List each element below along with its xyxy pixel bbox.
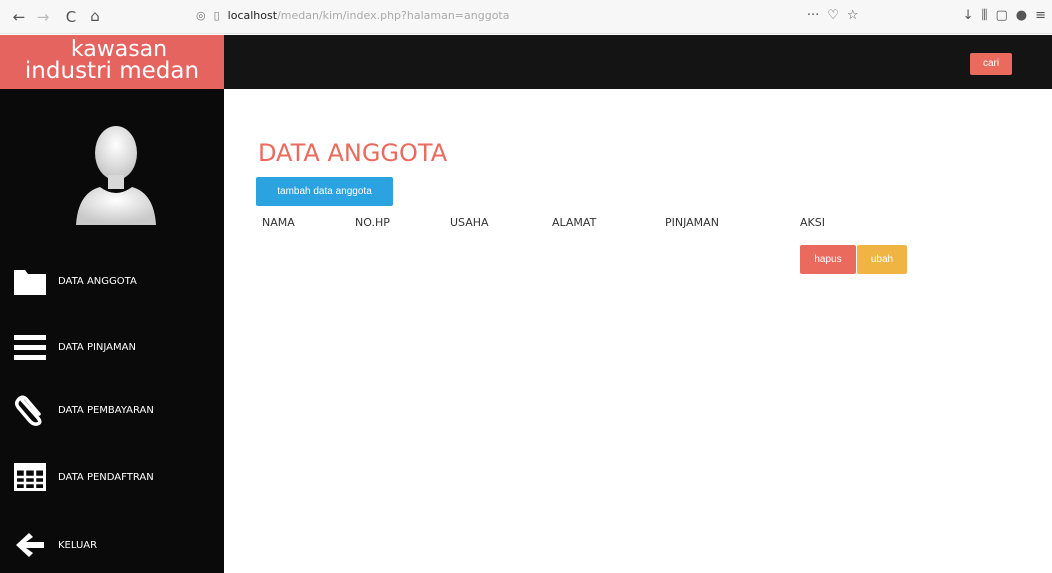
sidebar: DATA ANGGOTA DATA PINJAMAN DATA PEMBAYAR…: [0, 89, 224, 573]
page-title: DATA ANGGOTA: [258, 139, 448, 167]
sidebar-item-label: KELUAR: [58, 539, 98, 551]
folder-icon: [12, 263, 48, 299]
search-button[interactable]: cari: [970, 53, 1012, 75]
home-icon[interactable]: ⌂: [84, 7, 106, 25]
arrow-left-icon: [12, 527, 48, 563]
sidebar-item-data-pinjaman[interactable]: DATA PINJAMAN: [12, 329, 136, 365]
forward-icon[interactable]: →: [32, 8, 54, 26]
bookmark-star-icon[interactable]: ☆: [847, 8, 859, 23]
sidebar-toggle-icon[interactable]: ▢: [995, 8, 1007, 23]
paperclip-icon: [12, 392, 48, 428]
sidebar-item-keluar[interactable]: KELUAR: [12, 527, 97, 563]
sidebar-item-label: DATA PEMBAYARAN: [58, 404, 154, 416]
logo[interactable]: kawasan industri medan: [0, 35, 224, 89]
column-header-nama: NAMA: [262, 216, 295, 229]
address-bar[interactable]: ◎ ▯ localhost /medan/kim/index.php?halam…: [196, 9, 509, 22]
library-icon[interactable]: ⫼: [981, 8, 987, 23]
sidebar-item-label: DATA ANGGOTA: [58, 275, 137, 287]
menu-icon[interactable]: ≡: [1035, 8, 1046, 23]
sidebar-item-label: DATA PINJAMAN: [58, 341, 136, 353]
browser-toolbar: ← → C ⌂ ◎ ▯ localhost /medan/kim/index.p…: [0, 0, 1052, 34]
pocket-icon[interactable]: ♡: [827, 8, 839, 23]
sidebar-item-label: DATA PENDAFTRAN: [58, 471, 154, 483]
sidebar-item-data-anggota[interactable]: DATA ANGGOTA: [12, 263, 137, 299]
column-header-pinjaman: PINJAMAN: [665, 216, 719, 229]
column-header-alamat: ALAMAT: [552, 216, 597, 229]
page-icon: ▯: [213, 9, 220, 22]
sidebar-item-data-pendaftran[interactable]: DATA PENDAFTRAN: [12, 459, 154, 495]
column-header-aksi: AKSI: [800, 216, 825, 229]
sidebar-item-data-pembayaran[interactable]: DATA PEMBAYARAN: [12, 392, 154, 428]
back-icon[interactable]: ←: [8, 8, 30, 26]
delete-button[interactable]: hapus: [800, 245, 856, 274]
download-icon[interactable]: ↓: [963, 8, 974, 23]
account-icon[interactable]: ●: [1016, 8, 1027, 23]
user-avatar: [76, 126, 156, 225]
table-icon: [12, 459, 48, 495]
list-icon: [12, 329, 48, 365]
reload-icon[interactable]: C: [60, 8, 82, 26]
url-path: /medan/kim/index.php?halaman=anggota: [277, 9, 510, 22]
more-icon[interactable]: ···: [807, 8, 819, 23]
logo-line-2: industri medan: [24, 58, 200, 84]
top-header: kawasan industri medan cari: [0, 35, 1052, 89]
shield-icon: ◎: [196, 9, 206, 22]
column-header-usaha: USAHA: [450, 216, 489, 229]
logo-line-1: kawasan: [70, 37, 168, 62]
url-host: localhost: [227, 9, 278, 22]
main-content: DATA ANGGOTA tambah data anggota NAMA NO…: [224, 89, 1052, 573]
edit-button[interactable]: ubah: [857, 245, 907, 274]
column-header-nohp: NO.HP: [355, 216, 390, 229]
add-member-button[interactable]: tambah data anggota: [256, 177, 393, 206]
